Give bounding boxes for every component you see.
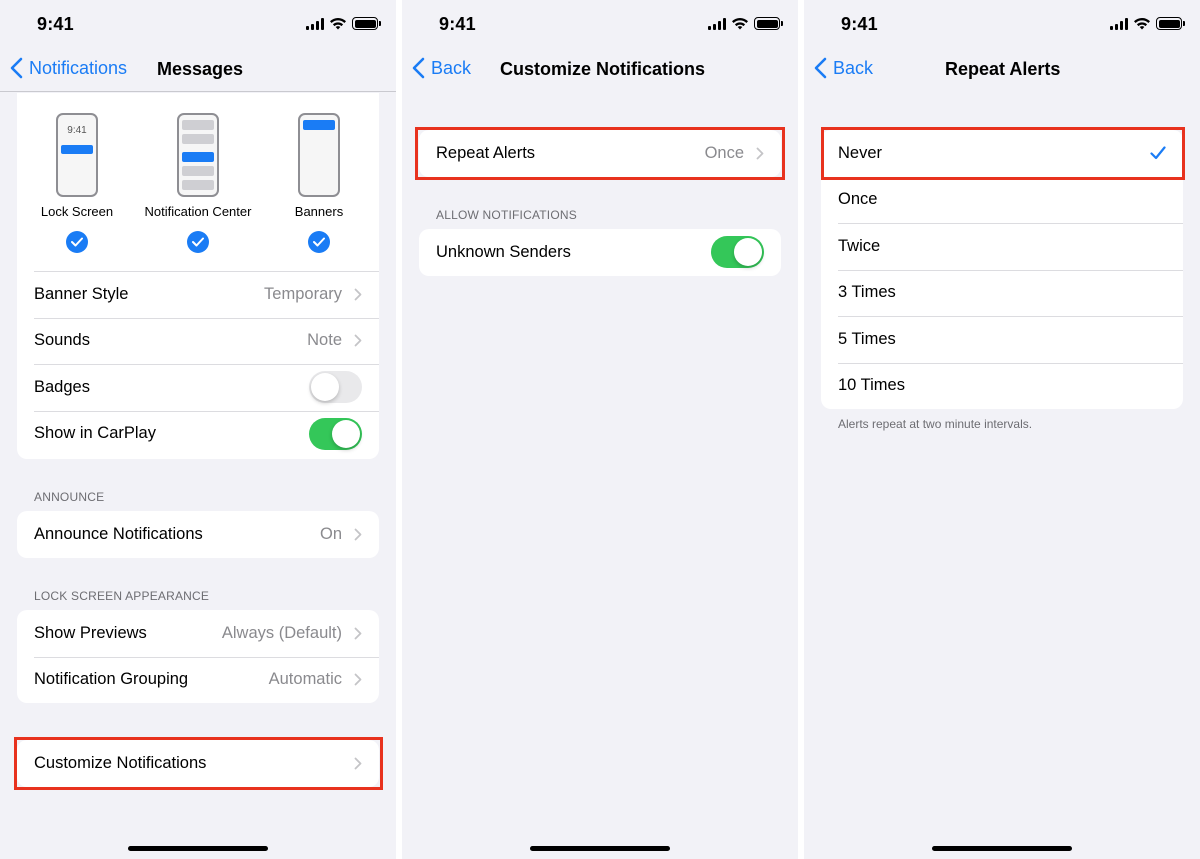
alert-style-banners[interactable]: Banners (257, 113, 381, 253)
notification-center-phone-icon (177, 113, 219, 197)
status-time: 9:41 (841, 14, 878, 34)
lock-screen-group: Show Previews Always (Default) Notificat… (17, 610, 379, 703)
chevron-right-icon (354, 673, 362, 686)
back-button[interactable]: Back (814, 57, 873, 79)
navigation-bar: Back Repeat Alerts (804, 50, 1200, 92)
unknown-senders-row: Unknown Senders (419, 229, 781, 276)
home-indicator (128, 846, 268, 851)
unknown-senders-toggle[interactable] (711, 236, 764, 269)
chevron-right-icon (354, 627, 362, 640)
carplay-row: Show in CarPlay (17, 410, 379, 458)
repeat-alerts-screen: 9:41 Back Repeat Alerts Never Once Twice… (804, 0, 1200, 859)
status-bar: 9:41 (402, 0, 798, 50)
status-time: 9:41 (439, 14, 476, 34)
highlight-box (14, 737, 383, 790)
cellular-signal-icon (1110, 17, 1128, 30)
banners-phone-icon (298, 113, 340, 197)
lock-screen-section-header: LOCK SCREEN APPEARANCE (34, 589, 210, 603)
chevron-right-icon (354, 288, 362, 301)
option-twice[interactable]: Twice (821, 223, 1183, 270)
allow-notifications-group: Unknown Senders (419, 229, 781, 276)
wifi-icon (732, 17, 748, 30)
chevron-left-icon (10, 57, 23, 79)
checkmark-circle-icon[interactable] (187, 231, 209, 253)
carplay-toggle[interactable] (309, 417, 362, 450)
highlight-box (821, 127, 1185, 180)
sounds-row[interactable]: Sounds Note (17, 317, 379, 365)
allow-notifications-section-header: ALLOW NOTIFICATIONS (436, 208, 577, 222)
announce-notifications-row[interactable]: Announce Notifications On (17, 511, 379, 558)
badges-row: Badges (17, 364, 379, 411)
wifi-icon (1134, 17, 1150, 30)
chevron-right-icon (354, 528, 362, 541)
status-bar: 9:41 (804, 0, 1200, 50)
option-3-times[interactable]: 3 Times (821, 269, 1183, 317)
back-button[interactable]: Notifications (10, 57, 127, 79)
navigation-bar: Notifications Messages (0, 50, 396, 92)
alert-style-notification-center[interactable]: Notification Center (136, 113, 260, 253)
option-10-times[interactable]: 10 Times (821, 362, 1183, 410)
notification-grouping-row[interactable]: Notification Grouping Automatic (17, 656, 379, 704)
battery-icon (754, 17, 783, 30)
banner-style-row[interactable]: Banner Style Temporary (34, 271, 379, 318)
messages-notifications-screen: 9:41 Notifications Messages 9:41 Lock Sc… (0, 0, 396, 859)
page-title: Messages (157, 59, 244, 79)
battery-icon (352, 17, 381, 30)
home-indicator (932, 846, 1072, 851)
lock-screen-phone-icon: 9:41 (56, 113, 98, 197)
repeat-alerts-footer: Alerts repeat at two minute intervals. (838, 417, 1033, 431)
chevron-right-icon (354, 334, 362, 347)
page-title: Customize Notifications (500, 59, 706, 79)
announce-section-header: ANNOUNCE (34, 490, 105, 504)
option-5-times[interactable]: 5 Times (821, 316, 1183, 363)
status-bar: 9:41 (0, 0, 396, 50)
chevron-left-icon (814, 57, 827, 79)
badges-toggle[interactable] (309, 371, 362, 404)
page-title: Repeat Alerts (945, 59, 1061, 79)
show-previews-row[interactable]: Show Previews Always (Default) (17, 610, 379, 657)
checkmark-circle-icon[interactable] (66, 231, 88, 253)
option-once[interactable]: Once (821, 176, 1183, 224)
checkmark-circle-icon[interactable] (308, 231, 330, 253)
alert-style-picker: 9:41 Lock Screen Notification Center Ban… (17, 93, 379, 271)
cellular-signal-icon (306, 17, 324, 30)
announce-group: Announce Notifications On (17, 511, 379, 558)
customize-notifications-screen: 9:41 Back Customize Notifications Repeat… (402, 0, 798, 859)
cellular-signal-icon (708, 17, 726, 30)
chevron-left-icon (412, 57, 425, 79)
navigation-bar: Back Customize Notifications (402, 50, 798, 92)
battery-icon (1156, 17, 1185, 30)
alerts-group: 9:41 Lock Screen Notification Center Ban… (17, 93, 379, 459)
wifi-icon (330, 17, 346, 30)
status-time: 9:41 (37, 14, 74, 34)
highlight-box (415, 127, 785, 180)
back-button[interactable]: Back (412, 57, 471, 79)
home-indicator (530, 846, 670, 851)
alert-style-lock-screen[interactable]: 9:41 Lock Screen (15, 113, 139, 253)
